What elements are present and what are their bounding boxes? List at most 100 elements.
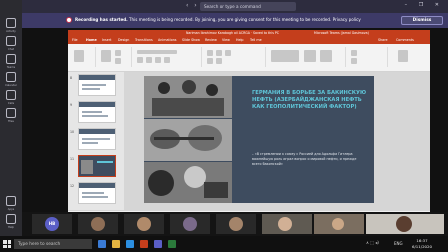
dismiss-button[interactable]: Dismiss (401, 16, 443, 25)
share-button[interactable]: Share (378, 38, 388, 42)
window-controls[interactable]: – ❐ ✕ (405, 2, 444, 8)
tab-file[interactable]: File (72, 38, 78, 42)
tab-insert[interactable]: Insert (102, 38, 111, 42)
rail-label-calls: Calls (7, 102, 15, 105)
windows-start-icon[interactable] (3, 240, 11, 248)
tab-transitions[interactable]: Transitions (135, 38, 153, 42)
meeting-stage: Nariman Ibrahimov Karabagh oil ACRGA · S… (22, 28, 448, 220)
participant-tile[interactable] (124, 214, 164, 234)
ppt-title-bar: Nariman Ibrahimov Karabagh oil ACRGA · S… (68, 30, 430, 37)
slide-thumbnail[interactable] (78, 74, 116, 96)
back-forward-arrows-icon[interactable]: ‹ › (186, 2, 199, 9)
slide-number: 10 (70, 130, 75, 134)
apps-icon[interactable] (6, 196, 16, 206)
slide-number: 9 (70, 103, 73, 107)
drawing-group[interactable] (268, 47, 346, 67)
teams-icon[interactable] (154, 240, 162, 248)
participant-video[interactable] (366, 214, 444, 234)
help-icon[interactable] (6, 214, 16, 224)
file-explorer-icon[interactable] (112, 240, 120, 248)
font-group[interactable] (134, 47, 202, 67)
slide-number: 11 (70, 157, 75, 161)
avatar (137, 217, 151, 231)
tab-animations[interactable]: Animations (158, 38, 177, 42)
participant-face (396, 216, 412, 232)
windows-taskbar: Type here to search ∧ ⬚ ◂) ENG 16:37 6/1… (0, 236, 448, 252)
map-photo (144, 119, 232, 161)
tab-design[interactable]: Design (118, 38, 129, 42)
slide-editor: ГЕРМАНИЯ В БОРЬБЕ ЗА БАКИНСКУЮ НЕФТЬ (АЗ… (124, 72, 430, 210)
paragraph-group[interactable] (204, 47, 266, 67)
participant-tile[interactable] (78, 214, 118, 234)
participant-face (278, 217, 292, 231)
participant-video[interactable] (262, 214, 312, 234)
slides-group[interactable] (98, 47, 132, 67)
tab-help[interactable]: Help (236, 38, 244, 42)
avatar-initials: HB (45, 217, 59, 231)
slide-thumbnail[interactable] (78, 128, 116, 150)
editing-group[interactable] (348, 47, 388, 67)
activity-icon[interactable] (6, 18, 16, 28)
edge-icon[interactable] (126, 240, 134, 248)
rail-label-teams: Teams (6, 66, 16, 69)
comments-button[interactable]: Comments (396, 38, 414, 42)
recording-banner: Recording has started. This meeting is b… (22, 13, 448, 28)
tell-me-search[interactable]: Tell me (250, 38, 262, 42)
rail-label-chat: Chat (7, 48, 15, 51)
files-icon[interactable] (6, 108, 16, 118)
slide-number: 8 (70, 76, 73, 80)
teams-window: Activity Chat Teams Calendar Calls Files… (0, 0, 448, 252)
ppt-document-title: Nariman Ibrahimov Karabagh oil ACRGA · S… (186, 31, 280, 35)
oilfield-photo (144, 162, 232, 203)
privacy-policy-link[interactable]: Privacy policy (333, 17, 361, 22)
rail-label-activity: Activity (6, 30, 16, 33)
banner-bold-text: Recording has started. (75, 17, 128, 22)
rail-label-calendar: Calendar (5, 84, 17, 87)
calls-icon[interactable] (6, 90, 16, 100)
slide-thumbnails-pane: 8 9 10 11 12 (68, 72, 124, 210)
participants-strip: HB (22, 212, 448, 236)
system-tray-icons[interactable]: ∧ ⬚ ◂) (366, 240, 379, 245)
avatar (229, 217, 243, 231)
historical-photo (144, 76, 232, 118)
slide-thumbnail-selected[interactable] (78, 155, 116, 177)
calendar-icon[interactable] (6, 72, 16, 82)
clock-date: 6/11/2020 (412, 243, 432, 249)
participant-tile[interactable]: HB (32, 214, 72, 234)
participant-tile[interactable] (216, 214, 256, 234)
ppt-ribbon-tabs: File Home Insert Design Transitions Anim… (68, 37, 430, 44)
chat-icon[interactable] (6, 36, 16, 46)
shared-powerpoint-window: Nariman Ibrahimov Karabagh oil ACRGA · S… (68, 30, 430, 220)
voice-group[interactable] (390, 47, 426, 67)
recording-icon (66, 17, 72, 23)
avatar (183, 217, 197, 231)
slide-bullet: – «В стремлении к союзу с Россией для Ад… (252, 152, 357, 166)
avatar (91, 217, 105, 231)
excel-icon[interactable] (168, 240, 176, 248)
slide-number: 12 (70, 184, 75, 188)
taskbar-search-input[interactable]: Type here to search (14, 239, 92, 249)
rail-label-files: Files (8, 120, 14, 123)
taskview-icon[interactable] (98, 240, 106, 248)
teams-app-rail: Activity Chat Teams Calendar Calls Files… (0, 0, 22, 252)
current-slide[interactable]: ГЕРМАНИЯ В БОРЬБЕ ЗА БАКИНСКУЮ НЕФТЬ (АЗ… (144, 76, 374, 203)
participant-face (332, 218, 344, 230)
banner-message: Recording has started. This meeting is b… (75, 17, 375, 22)
tab-slide-show[interactable]: Slide Show (182, 38, 200, 42)
slide-thumbnail[interactable] (78, 101, 116, 123)
language-indicator[interactable]: ENG (394, 241, 403, 246)
taskbar-clock[interactable]: 16:37 6/11/2020 (408, 238, 436, 249)
tab-home[interactable]: Home (86, 38, 97, 42)
tab-review[interactable]: Review (205, 38, 217, 42)
search-input[interactable]: Search or type a command (200, 2, 296, 11)
slide-thumbnail[interactable] (78, 182, 116, 204)
powerpoint-icon[interactable] (140, 240, 148, 248)
teams-icon[interactable] (6, 54, 16, 64)
participant-tile[interactable] (170, 214, 210, 234)
ppt-ribbon (68, 44, 430, 72)
clipboard-group[interactable] (70, 47, 96, 67)
teams-title-bar: ‹ › Search or type a command – ❐ ✕ (22, 0, 448, 13)
participant-video[interactable] (314, 214, 364, 234)
rail-label-apps: Apps (7, 208, 15, 211)
tab-view[interactable]: View (222, 38, 230, 42)
